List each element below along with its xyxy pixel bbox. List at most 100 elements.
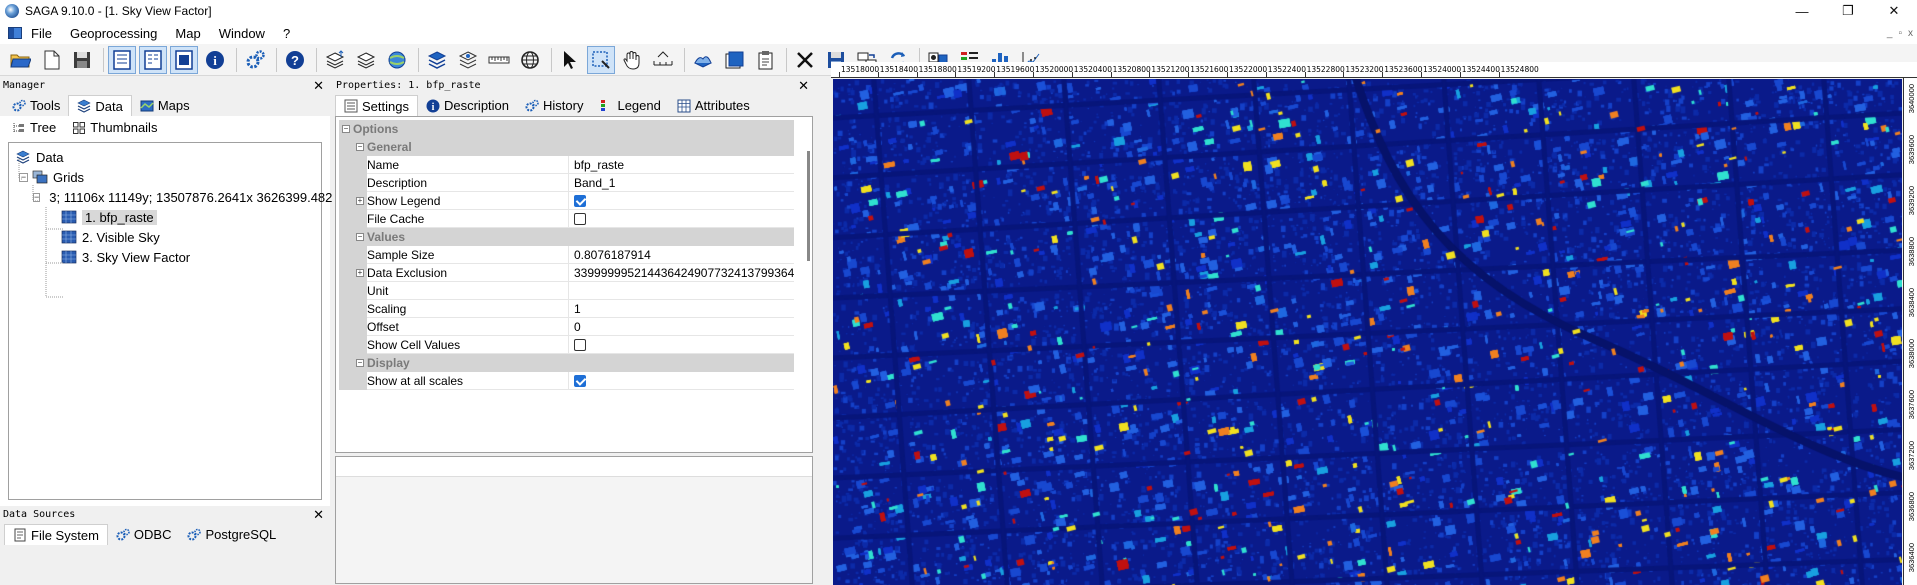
property-value[interactable] bbox=[569, 210, 794, 228]
manager-pane-button[interactable] bbox=[108, 45, 136, 74]
file-cache-checkbox[interactable] bbox=[574, 212, 586, 225]
property-value[interactable]: 1 bbox=[569, 300, 794, 318]
x-tick bbox=[839, 72, 840, 77]
show-cell-values-checkbox[interactable] bbox=[574, 338, 586, 351]
tab-data[interactable]: Data bbox=[68, 95, 132, 116]
help-button[interactable]: ? bbox=[281, 46, 309, 74]
close-x-icon bbox=[797, 51, 813, 68]
close-manager-button[interactable]: ✕ bbox=[313, 78, 324, 94]
collapse-toggle[interactable]: − bbox=[356, 143, 364, 151]
property-value[interactable]: 3399999952144364249077324137993642967052 bbox=[569, 264, 794, 282]
tab-file-system[interactable]: File System bbox=[4, 524, 108, 545]
layout-button[interactable] bbox=[720, 46, 748, 74]
property-row-data-exclusion[interactable]: + Data Exclusion 3399999952144364249077324… bbox=[339, 264, 794, 282]
tab-attributes[interactable]: Attributes bbox=[669, 95, 758, 116]
mdi-minimize-button[interactable]: _ bbox=[1887, 28, 1893, 39]
tree-connector-lines bbox=[18, 159, 63, 298]
tab-maps[interactable]: Maps bbox=[132, 95, 198, 116]
close-window-button[interactable]: ✕ bbox=[1871, 0, 1917, 22]
layer-group-button[interactable] bbox=[454, 46, 482, 74]
layers-up-button[interactable] bbox=[321, 46, 349, 74]
raster-canvas[interactable] bbox=[833, 79, 1902, 585]
globe-layers-button[interactable] bbox=[383, 46, 411, 74]
layers-down-button[interactable] bbox=[352, 46, 380, 74]
property-row-name[interactable]: Name bfp_raste bbox=[339, 156, 794, 174]
menu-window[interactable]: Window bbox=[210, 26, 274, 41]
property-row-offset[interactable]: Offset 0 bbox=[339, 318, 794, 336]
data-sources-pane-button[interactable] bbox=[170, 45, 198, 74]
open-button[interactable] bbox=[6, 46, 34, 74]
property-value[interactable]: bfp_raste bbox=[569, 156, 794, 174]
toolbar-separator bbox=[684, 47, 685, 72]
legend-icon bbox=[601, 99, 606, 111]
mdi-restore-button[interactable]: ▫ bbox=[1898, 28, 1902, 39]
tools-button[interactable] bbox=[241, 46, 269, 74]
map-view[interactable]: 13518000 13518400 13518800 13519200 13519600… bbox=[831, 62, 1917, 585]
property-value[interactable] bbox=[569, 336, 794, 354]
property-row-sample-size[interactable]: Sample Size 0.8076187914 bbox=[339, 246, 794, 264]
property-name: Show Cell Values bbox=[339, 336, 569, 354]
zoom-box-button[interactable] bbox=[587, 45, 615, 74]
maximize-button[interactable]: ❐ bbox=[1825, 0, 1871, 22]
tab-postgresql[interactable]: PostgreSQL bbox=[179, 524, 284, 545]
ruler-button[interactable] bbox=[485, 46, 513, 74]
property-value[interactable] bbox=[569, 192, 794, 210]
history-gears-icon bbox=[525, 99, 539, 111]
close-properties-button[interactable]: ✕ bbox=[798, 78, 809, 94]
subtab-thumbnails[interactable]: Thumbnails bbox=[64, 117, 165, 138]
menu-map[interactable]: Map bbox=[166, 26, 209, 41]
expand-toggle[interactable]: + bbox=[356, 197, 364, 205]
mdi-close-button[interactable]: x bbox=[1908, 28, 1913, 39]
clipboard-button[interactable] bbox=[751, 46, 779, 74]
property-row-show-cell-values[interactable]: Show Cell Values bbox=[339, 336, 794, 354]
minimize-button[interactable]: — bbox=[1779, 0, 1825, 22]
property-row-show-legend[interactable]: + Show Legend bbox=[339, 192, 794, 210]
globe-button[interactable] bbox=[516, 46, 544, 74]
property-row-description[interactable]: Description Band_1 bbox=[339, 174, 794, 192]
tab-legend[interactable]: Legend bbox=[591, 95, 668, 116]
y-tick-label: 3638800 bbox=[1907, 237, 1916, 267]
properties-pane-button[interactable] bbox=[139, 45, 167, 74]
3d-view-button[interactable] bbox=[689, 46, 717, 74]
save-button[interactable] bbox=[68, 46, 96, 74]
property-value[interactable] bbox=[569, 282, 794, 300]
property-value[interactable]: 0 bbox=[569, 318, 794, 336]
collapse-toggle[interactable]: − bbox=[356, 359, 364, 367]
subtab-tree[interactable]: Tree bbox=[4, 117, 64, 138]
tab-description[interactable]: i Description bbox=[418, 95, 517, 116]
property-value[interactable]: Band_1 bbox=[569, 174, 794, 192]
expand-toggle[interactable]: + bbox=[356, 269, 364, 277]
menu-help[interactable]: ? bbox=[274, 26, 299, 41]
collapse-toggle[interactable]: − bbox=[342, 125, 350, 133]
property-row-file-cache[interactable]: File Cache bbox=[339, 210, 794, 228]
info-button[interactable]: i bbox=[201, 46, 229, 74]
tab-tools[interactable]: Tools bbox=[4, 95, 68, 116]
measure-button[interactable] bbox=[649, 46, 677, 74]
show-legend-checkbox[interactable] bbox=[574, 194, 586, 207]
property-row-scaling[interactable]: Scaling 1 bbox=[339, 300, 794, 318]
sky-view-factor-raster[interactable] bbox=[833, 79, 1902, 585]
show-at-all-scales-checkbox[interactable] bbox=[574, 374, 586, 387]
property-name: Name bbox=[339, 156, 569, 174]
close-data-sources-button[interactable]: ✕ bbox=[313, 507, 324, 523]
tab-history[interactable]: History bbox=[517, 95, 591, 116]
new-button[interactable] bbox=[37, 46, 65, 74]
y-tick-label: 3638400 bbox=[1907, 288, 1916, 318]
property-grid-scrollbar[interactable] bbox=[807, 151, 810, 261]
property-value[interactable] bbox=[569, 372, 794, 390]
property-value[interactable]: 0.8076187914 bbox=[569, 246, 794, 264]
collapse-toggle[interactable]: − bbox=[356, 233, 364, 241]
pan-hand-button[interactable] bbox=[618, 46, 646, 74]
document-icon[interactable] bbox=[8, 27, 22, 39]
pointer-button[interactable] bbox=[556, 46, 584, 74]
property-row-show-at-all-scales[interactable]: Show at all scales bbox=[339, 372, 794, 390]
open-icon bbox=[10, 54, 31, 67]
x-tick bbox=[916, 72, 918, 77]
menu-geoprocessing[interactable]: Geoprocessing bbox=[61, 26, 166, 41]
property-row-unit[interactable]: Unit bbox=[339, 282, 794, 300]
close-x-button[interactable] bbox=[791, 46, 819, 74]
tab-settings[interactable]: Settings bbox=[335, 95, 418, 116]
layer-stack-button[interactable] bbox=[423, 46, 451, 74]
menu-file[interactable]: File bbox=[22, 26, 61, 41]
tab-odbc[interactable]: ODBC bbox=[108, 524, 180, 545]
